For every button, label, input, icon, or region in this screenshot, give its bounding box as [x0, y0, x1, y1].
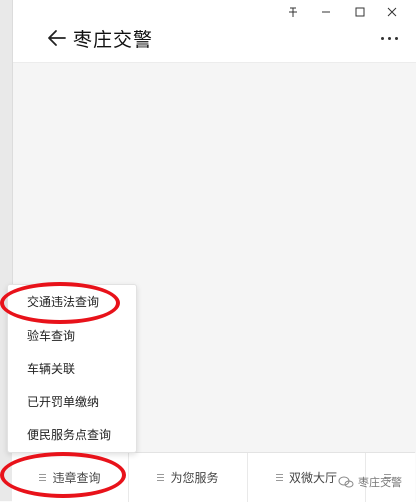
page-title: 枣庄交警 [73, 29, 154, 51]
submenu-popup: 交通违法查询 验车查询 车辆关联 已开罚单缴纳 便民服务点查询 [7, 284, 137, 453]
more-options-icon[interactable] [381, 37, 398, 40]
watermark-text: 枣庄交警 [358, 476, 402, 489]
tab-label: 为您服务 [170, 471, 219, 485]
tab-services[interactable]: 为您服务 [129, 453, 248, 502]
tab-label: 违章查询 [52, 471, 101, 485]
menu-item-ticket-payment[interactable]: 已开罚单缴纳 [8, 386, 136, 418]
tab-label: 双微大厅 [288, 471, 337, 485]
menu-item-traffic-violation-query[interactable]: 交通违法查询 [8, 286, 136, 318]
title-bar: 枣庄交警 [13, 0, 416, 63]
back-arrow-icon[interactable] [46, 27, 68, 49]
maximize-icon[interactable] [347, 4, 373, 20]
wechat-logo-icon [338, 476, 354, 488]
tab-violation-query[interactable]: 违章查询 [12, 453, 129, 502]
menu-lines-icon [157, 472, 165, 483]
menu-item-service-point-query[interactable]: 便民服务点查询 [8, 419, 136, 451]
pin-icon[interactable] [280, 4, 306, 20]
close-icon[interactable] [379, 4, 405, 20]
watermark: 枣庄交警 [338, 474, 402, 490]
minimize-icon[interactable] [313, 4, 339, 20]
menu-item-vehicle-inspection-query[interactable]: 验车查询 [8, 320, 136, 352]
menu-lines-icon [39, 472, 47, 483]
menu-item-vehicle-link[interactable]: 车辆关联 [8, 353, 136, 385]
menu-lines-icon [275, 472, 283, 483]
